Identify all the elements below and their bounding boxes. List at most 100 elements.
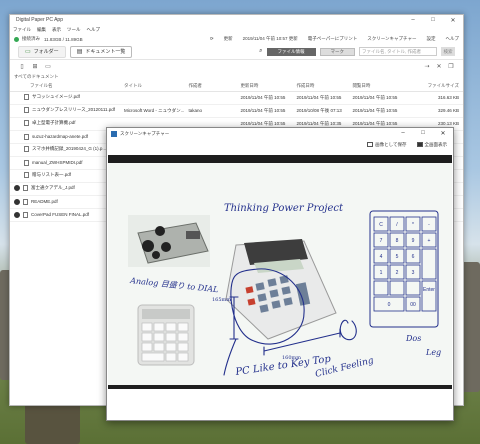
file-created: 2019/11/04 午前 10:55: [292, 91, 349, 105]
capture-bottom-border: [108, 385, 452, 389]
search-input[interactable]: ファイル名, タイトル, 作成者: [359, 47, 437, 56]
note-width-dim: 160mm: [282, 355, 301, 361]
column-header-viewed[interactable]: 閲覧日時: [348, 81, 405, 92]
settings-button[interactable]: 設定: [427, 36, 436, 42]
keypad-key-label: 3: [412, 270, 415, 276]
move-icon[interactable]: ⇢: [423, 62, 431, 70]
keypad-sketch: C / * - 7 8 9 + 4 5 6 1 2 3 Enter 0 00: [369, 210, 439, 328]
capture-app-icon: [111, 130, 117, 137]
pdf-file-icon: [24, 120, 29, 127]
file-name-cell: 富士通クアデル_J.pdf: [10, 182, 120, 196]
dial-device-photo: [128, 215, 210, 267]
fullscreen-label: 全画面表示: [424, 142, 448, 147]
file-name-cell: 卓上型電子計算機.pdf: [10, 117, 120, 131]
shared-status-icon: [14, 198, 20, 205]
documents-button-label: ドキュメント一覧: [85, 49, 126, 55]
search-area: ⌕ ファイル情報 マーク ファイル名, タイトル, 作成者 検索: [259, 47, 455, 56]
folder-button[interactable]: ▭ フォルダー: [18, 45, 66, 58]
column-header-filename[interactable]: ファイル名: [10, 81, 120, 92]
new-folder-icon[interactable]: ▭: [44, 62, 52, 70]
column-header-title[interactable]: タイトル: [120, 81, 185, 92]
file-name-cell: manual_ZWHSPMIDI.pdf: [10, 156, 120, 170]
add-document-icon[interactable]: ▯: [18, 62, 26, 70]
capture-minimize-button[interactable]: –: [393, 130, 413, 137]
sync-icon: ⟳: [209, 36, 214, 41]
column-header-created[interactable]: 作成日時: [292, 81, 349, 92]
keypad-photo: [137, 304, 195, 366]
folder-icon: ▭: [25, 49, 31, 55]
menu-tools[interactable]: ツール: [67, 27, 81, 33]
pdf-file-icon: [24, 146, 29, 153]
connection-status-icon: [14, 36, 19, 42]
save-image-label: 画像として保存: [375, 142, 407, 147]
file-updated: 2019/11/04 午前 10:55: [236, 91, 293, 105]
file-name: CoverPad FUSEN FINAL.pdf: [31, 211, 90, 217]
file-viewed: 2019/11/04 午前 10:55: [348, 104, 405, 118]
keypad-key-label: 6: [412, 254, 415, 260]
keypad-key-label: 00: [410, 302, 416, 308]
save-image-button[interactable]: 画像として保存: [367, 142, 407, 148]
keypad-key-label: *: [412, 222, 414, 228]
fullscreen-button[interactable]: 全画面表示: [416, 142, 448, 148]
menu-view[interactable]: 表示: [52, 27, 61, 33]
capture-toolbar: 画像として保存 全画面表示: [107, 139, 453, 151]
note-analog: Analog 目盛り to DIAL: [129, 276, 219, 294]
column-header-updated[interactable]: 更新日時: [236, 81, 293, 92]
shared-status-icon: [14, 185, 20, 192]
column-header-size[interactable]: ファイルサイズ: [404, 81, 463, 92]
screen-capture-button[interactable]: スクリーンキャプチャー: [367, 36, 416, 42]
note-height-dim: 165mm: [212, 297, 231, 303]
app-titlebar: Digital Paper PC App – □ ✕: [10, 15, 463, 25]
refresh-button[interactable]: 更新: [224, 36, 233, 42]
keypad-key-label: 0: [388, 302, 391, 308]
keypad-key-label: 4: [380, 254, 383, 260]
table-row[interactable]: サコッシュイメージ.pdf 2019/11/04 午前 10:55 2019/1…: [10, 91, 463, 105]
capture-top-border: [108, 155, 452, 163]
keypad-key-label: 7: [380, 238, 383, 244]
menu-help[interactable]: ヘルプ: [87, 27, 101, 33]
help-button[interactable]: ヘルプ: [446, 36, 460, 42]
column-header-author[interactable]: 作成者: [184, 81, 237, 92]
minimize-button[interactable]: –: [403, 17, 423, 24]
pdf-file-icon: [23, 211, 28, 218]
close-button[interactable]: ✕: [443, 17, 463, 24]
menu-edit[interactable]: 編集: [37, 27, 46, 33]
file-name: サコッシュイメージ.pdf: [32, 94, 80, 100]
maximize-button[interactable]: □: [423, 17, 443, 24]
sketch-drawing: C / * - 7 8 9 + 4 5 6 1 2 3 Enter 0 00 T…: [128, 203, 441, 380]
print-to-paper-button[interactable]: 電子ペーパーにプリント: [308, 36, 357, 42]
file-name: suzuz-hazardmap-anete.pdf: [32, 133, 89, 139]
connection-status: 接続済み: [22, 36, 40, 41]
storage-usage: 11.83GB / 11.89GB: [44, 36, 83, 42]
capture-title: スクリーンキャプチャー: [120, 130, 170, 136]
menu-file[interactable]: ファイル: [13, 27, 31, 33]
fullscreen-icon: [416, 142, 423, 148]
file-title: [120, 91, 185, 105]
keypad-key-label: Enter: [423, 287, 435, 293]
table-row[interactable]: ニュウダンプレスリリース_20120111.pdf Microsoft Word…: [10, 104, 463, 118]
file-name: manual_ZWHSPMIDI.pdf: [32, 159, 83, 165]
capture-maximize-button[interactable]: □: [413, 130, 433, 137]
pdf-file-icon: [23, 185, 28, 192]
delete-icon[interactable]: ✕: [435, 62, 443, 70]
main-toolbar: ▭ フォルダー ▤ ドキュメント一覧 ⌕ ファイル情報 マーク ファイル名, タ…: [10, 44, 463, 60]
search-icon: ⌕: [259, 48, 263, 54]
note-leg: Leg: [425, 348, 441, 357]
copy-icon[interactable]: ❐: [447, 62, 455, 70]
breadcrumb[interactable]: すべてのドキュメント: [10, 72, 463, 81]
file-name-cell: スマホ井橋記録_20190424_G (1).p...: [10, 143, 120, 157]
documents-button[interactable]: ▤ ドキュメント一覧: [69, 45, 133, 58]
search-button[interactable]: 検索: [441, 47, 455, 56]
file-name-cell: サコッシュイメージ.pdf: [10, 91, 120, 105]
tab-file-info[interactable]: ファイル情報: [266, 47, 316, 56]
add-document-plus-icon[interactable]: ⊞: [31, 62, 39, 70]
keypad-key-label: 2: [396, 270, 399, 276]
keypad-key-label: /: [396, 222, 398, 228]
tab-mark[interactable]: マーク: [319, 47, 355, 56]
folder-button-label: フォルダー: [33, 49, 59, 55]
capture-close-button[interactable]: ✕: [433, 130, 453, 137]
pdf-file-icon: [24, 133, 29, 140]
menu-bar: ファイル 編集 表示 ツール ヘルプ: [10, 25, 463, 34]
file-created: 2019/10/08 午後 07:13: [292, 104, 349, 118]
file-viewed: 2019/11/04 午前 10:55: [348, 91, 405, 105]
